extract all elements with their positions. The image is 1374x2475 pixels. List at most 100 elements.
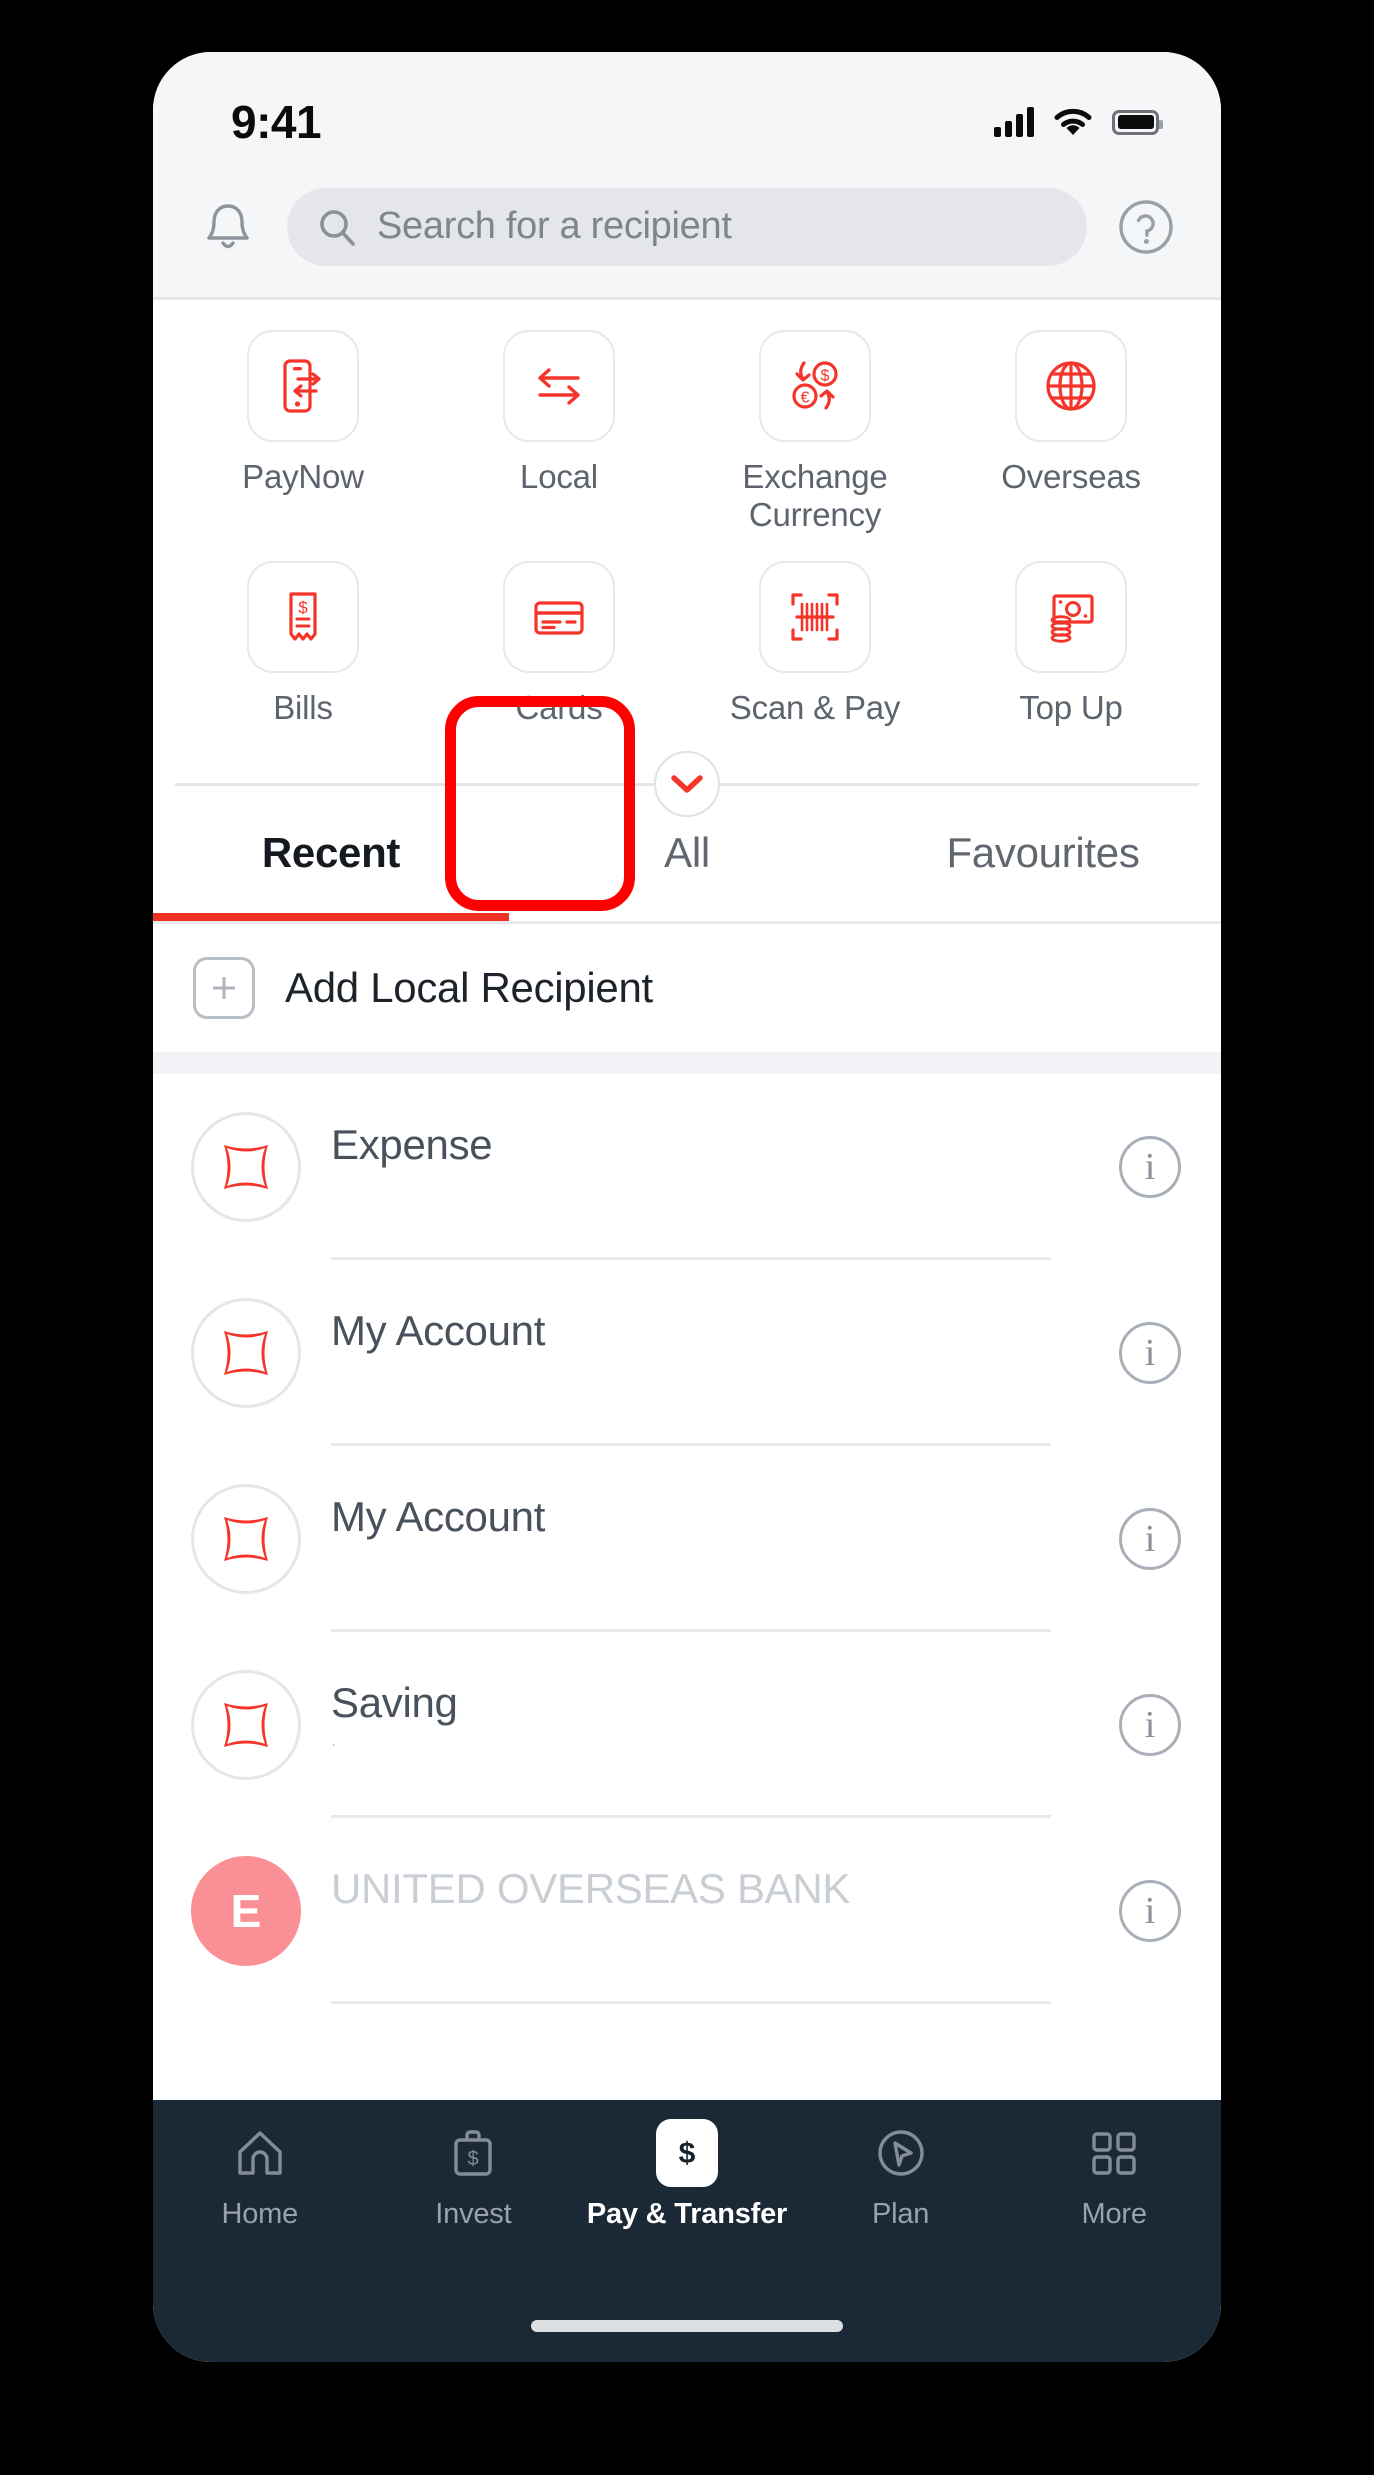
bottom-navigation: Home $ Invest $ Pay & Transfer Plan More <box>153 2100 1221 2290</box>
add-local-recipient-label: Add Local Recipient <box>285 963 653 1011</box>
bill-receipt-icon: $ <box>289 591 317 641</box>
row-content: My Account <box>331 1446 1089 1632</box>
nav-item-plan[interactable]: Plan <box>794 2122 1008 2231</box>
quick-action-paynow[interactable]: PayNow <box>175 330 431 549</box>
recipient-name: My Account <box>331 1306 546 1354</box>
screenshot-canvas: 9:41 Search for a recipient PayNow Local… <box>0 0 1374 2475</box>
expand-actions-button[interactable] <box>654 751 720 818</box>
quick-action-tile <box>759 560 871 673</box>
home-icon <box>234 2122 286 2184</box>
avatar <box>191 1669 301 1780</box>
nav-item-home[interactable]: Home <box>153 2122 367 2231</box>
table-row[interactable]: Expense i <box>153 1074 1221 1260</box>
search-input[interactable]: Search for a recipient <box>287 187 1087 266</box>
dollar-chip-icon: $ <box>655 2119 718 2187</box>
quick-action-tile: $ <box>247 560 359 673</box>
home-indicator-bar <box>153 2290 1221 2362</box>
quick-action-scan-and-pay[interactable]: Scan & Pay <box>687 560 943 741</box>
nav-label: More <box>1081 2198 1147 2230</box>
nav-item-invest[interactable]: $ Invest <box>367 2122 581 2231</box>
nav-item-more[interactable]: More <box>1007 2122 1221 2231</box>
status-bar: 9:41 <box>153 52 1221 170</box>
info-circle-icon[interactable]: i <box>1119 1321 1181 1384</box>
svg-text:$: $ <box>679 2137 696 2170</box>
svg-text:$: $ <box>468 2148 479 2170</box>
quick-action-label: Overseas <box>1001 458 1141 495</box>
quick-action-label: Local <box>520 458 598 495</box>
search-icon <box>320 209 355 246</box>
recipient-name: My Account <box>331 1492 546 1540</box>
section-separator <box>153 1051 1221 1074</box>
info-circle-icon[interactable]: i <box>1119 1135 1181 1198</box>
quick-action-tile <box>503 560 615 673</box>
help-circle-icon <box>1119 199 1173 254</box>
info-circle-icon[interactable]: i <box>1119 1507 1181 1570</box>
quick-action-label: PayNow <box>242 458 364 495</box>
quick-action-tile <box>1015 560 1127 673</box>
help-button[interactable] <box>1111 192 1181 262</box>
nav-label: Invest <box>435 2198 512 2230</box>
phone-transfer-icon <box>283 359 321 413</box>
nav-label: Home <box>221 2198 299 2230</box>
info-circle-icon[interactable]: i <box>1119 1693 1181 1756</box>
quick-action-tile: $ € <box>759 330 871 442</box>
compass-arrow-icon <box>875 2122 927 2184</box>
quick-action-local[interactable]: Local <box>431 330 687 549</box>
tab-recent[interactable]: Recent <box>153 786 509 921</box>
wifi-icon <box>1054 108 1092 135</box>
globe-icon <box>1046 361 1096 411</box>
app-header: Search for a recipient <box>153 170 1221 300</box>
uob-logo-icon <box>224 1516 268 1561</box>
info-circle-icon[interactable]: i <box>1119 1879 1181 1942</box>
plus-icon <box>193 956 255 1019</box>
search-placeholder-text: Search for a recipient <box>377 205 732 247</box>
row-content: UNITED OVERSEAS BANK <box>331 1818 1089 2004</box>
quick-action-bills[interactable]: $ Bills <box>175 560 431 741</box>
home-indicator[interactable] <box>531 2320 843 2332</box>
quick-action-label: Top Up <box>1019 688 1123 726</box>
currency-exchange-icon: $ € <box>792 361 838 410</box>
table-row[interactable]: My Account i <box>153 1446 1221 1632</box>
row-content: Expense <box>331 1074 1089 1260</box>
recipient-list[interactable]: Expense i My Account i My Account i Savi… <box>153 1073 1221 2100</box>
barcode-scan-icon <box>791 592 839 641</box>
quick-actions-row-2: $ Bills Cards Scan & Pay Top Up <box>175 560 1199 741</box>
nav-label: Pay & Transfer <box>586 2198 788 2230</box>
quick-action-exchange-currency[interactable]: $ € Exchange Currency <box>687 330 943 549</box>
status-bar-icons <box>994 107 1163 137</box>
cash-stack-icon <box>1050 593 1094 643</box>
quick-action-label: Scan & Pay <box>729 688 901 726</box>
add-local-recipient-button[interactable]: Add Local Recipient <box>153 923 1221 1052</box>
quick-action-tile <box>503 330 615 442</box>
quick-action-cards[interactable]: Cards <box>431 560 687 741</box>
nav-item-pay-and-transfer[interactable]: $ Pay & Transfer <box>580 2119 794 2231</box>
table-row[interactable]: My Account i <box>153 1260 1221 1446</box>
briefcase-dollar-icon: $ <box>450 2122 496 2184</box>
avatar: E <box>191 1855 301 1966</box>
quick-action-label: Cards <box>515 688 603 726</box>
chevron-down-icon <box>671 775 703 794</box>
recipient-sub: . <box>331 1729 337 1751</box>
nav-label: Plan <box>871 2198 930 2230</box>
row-content: My Account <box>331 1260 1089 1446</box>
table-row[interactable]: Saving . i <box>153 1632 1221 1818</box>
avatar <box>191 1297 301 1408</box>
notifications-button[interactable] <box>193 192 263 262</box>
quick-action-overseas[interactable]: Overseas <box>943 330 1199 549</box>
uob-logo-icon <box>224 1330 268 1375</box>
table-row[interactable]: E UNITED OVERSEAS BANK i <box>153 1818 1221 2004</box>
bell-icon <box>207 203 249 248</box>
uob-logo-icon <box>224 1702 268 1747</box>
recipient-name: Saving <box>331 1678 458 1726</box>
two-arrows-icon <box>538 368 580 405</box>
quick-actions-grid: PayNow Local $ € Exchange Currency Overs… <box>153 300 1221 911</box>
status-bar-time: 9:41 <box>231 96 322 148</box>
quick-action-top-up[interactable]: Top Up <box>943 560 1199 741</box>
recipient-name: Expense <box>331 1120 493 1168</box>
avatar <box>191 1483 301 1594</box>
quick-action-label: Bills <box>273 688 333 726</box>
tab-favourites[interactable]: Favourites <box>865 786 1221 921</box>
svg-text:€: € <box>801 390 810 407</box>
grid-2x2-icon <box>1089 2122 1139 2184</box>
quick-actions-row-1: PayNow Local $ € Exchange Currency Overs… <box>175 330 1199 549</box>
